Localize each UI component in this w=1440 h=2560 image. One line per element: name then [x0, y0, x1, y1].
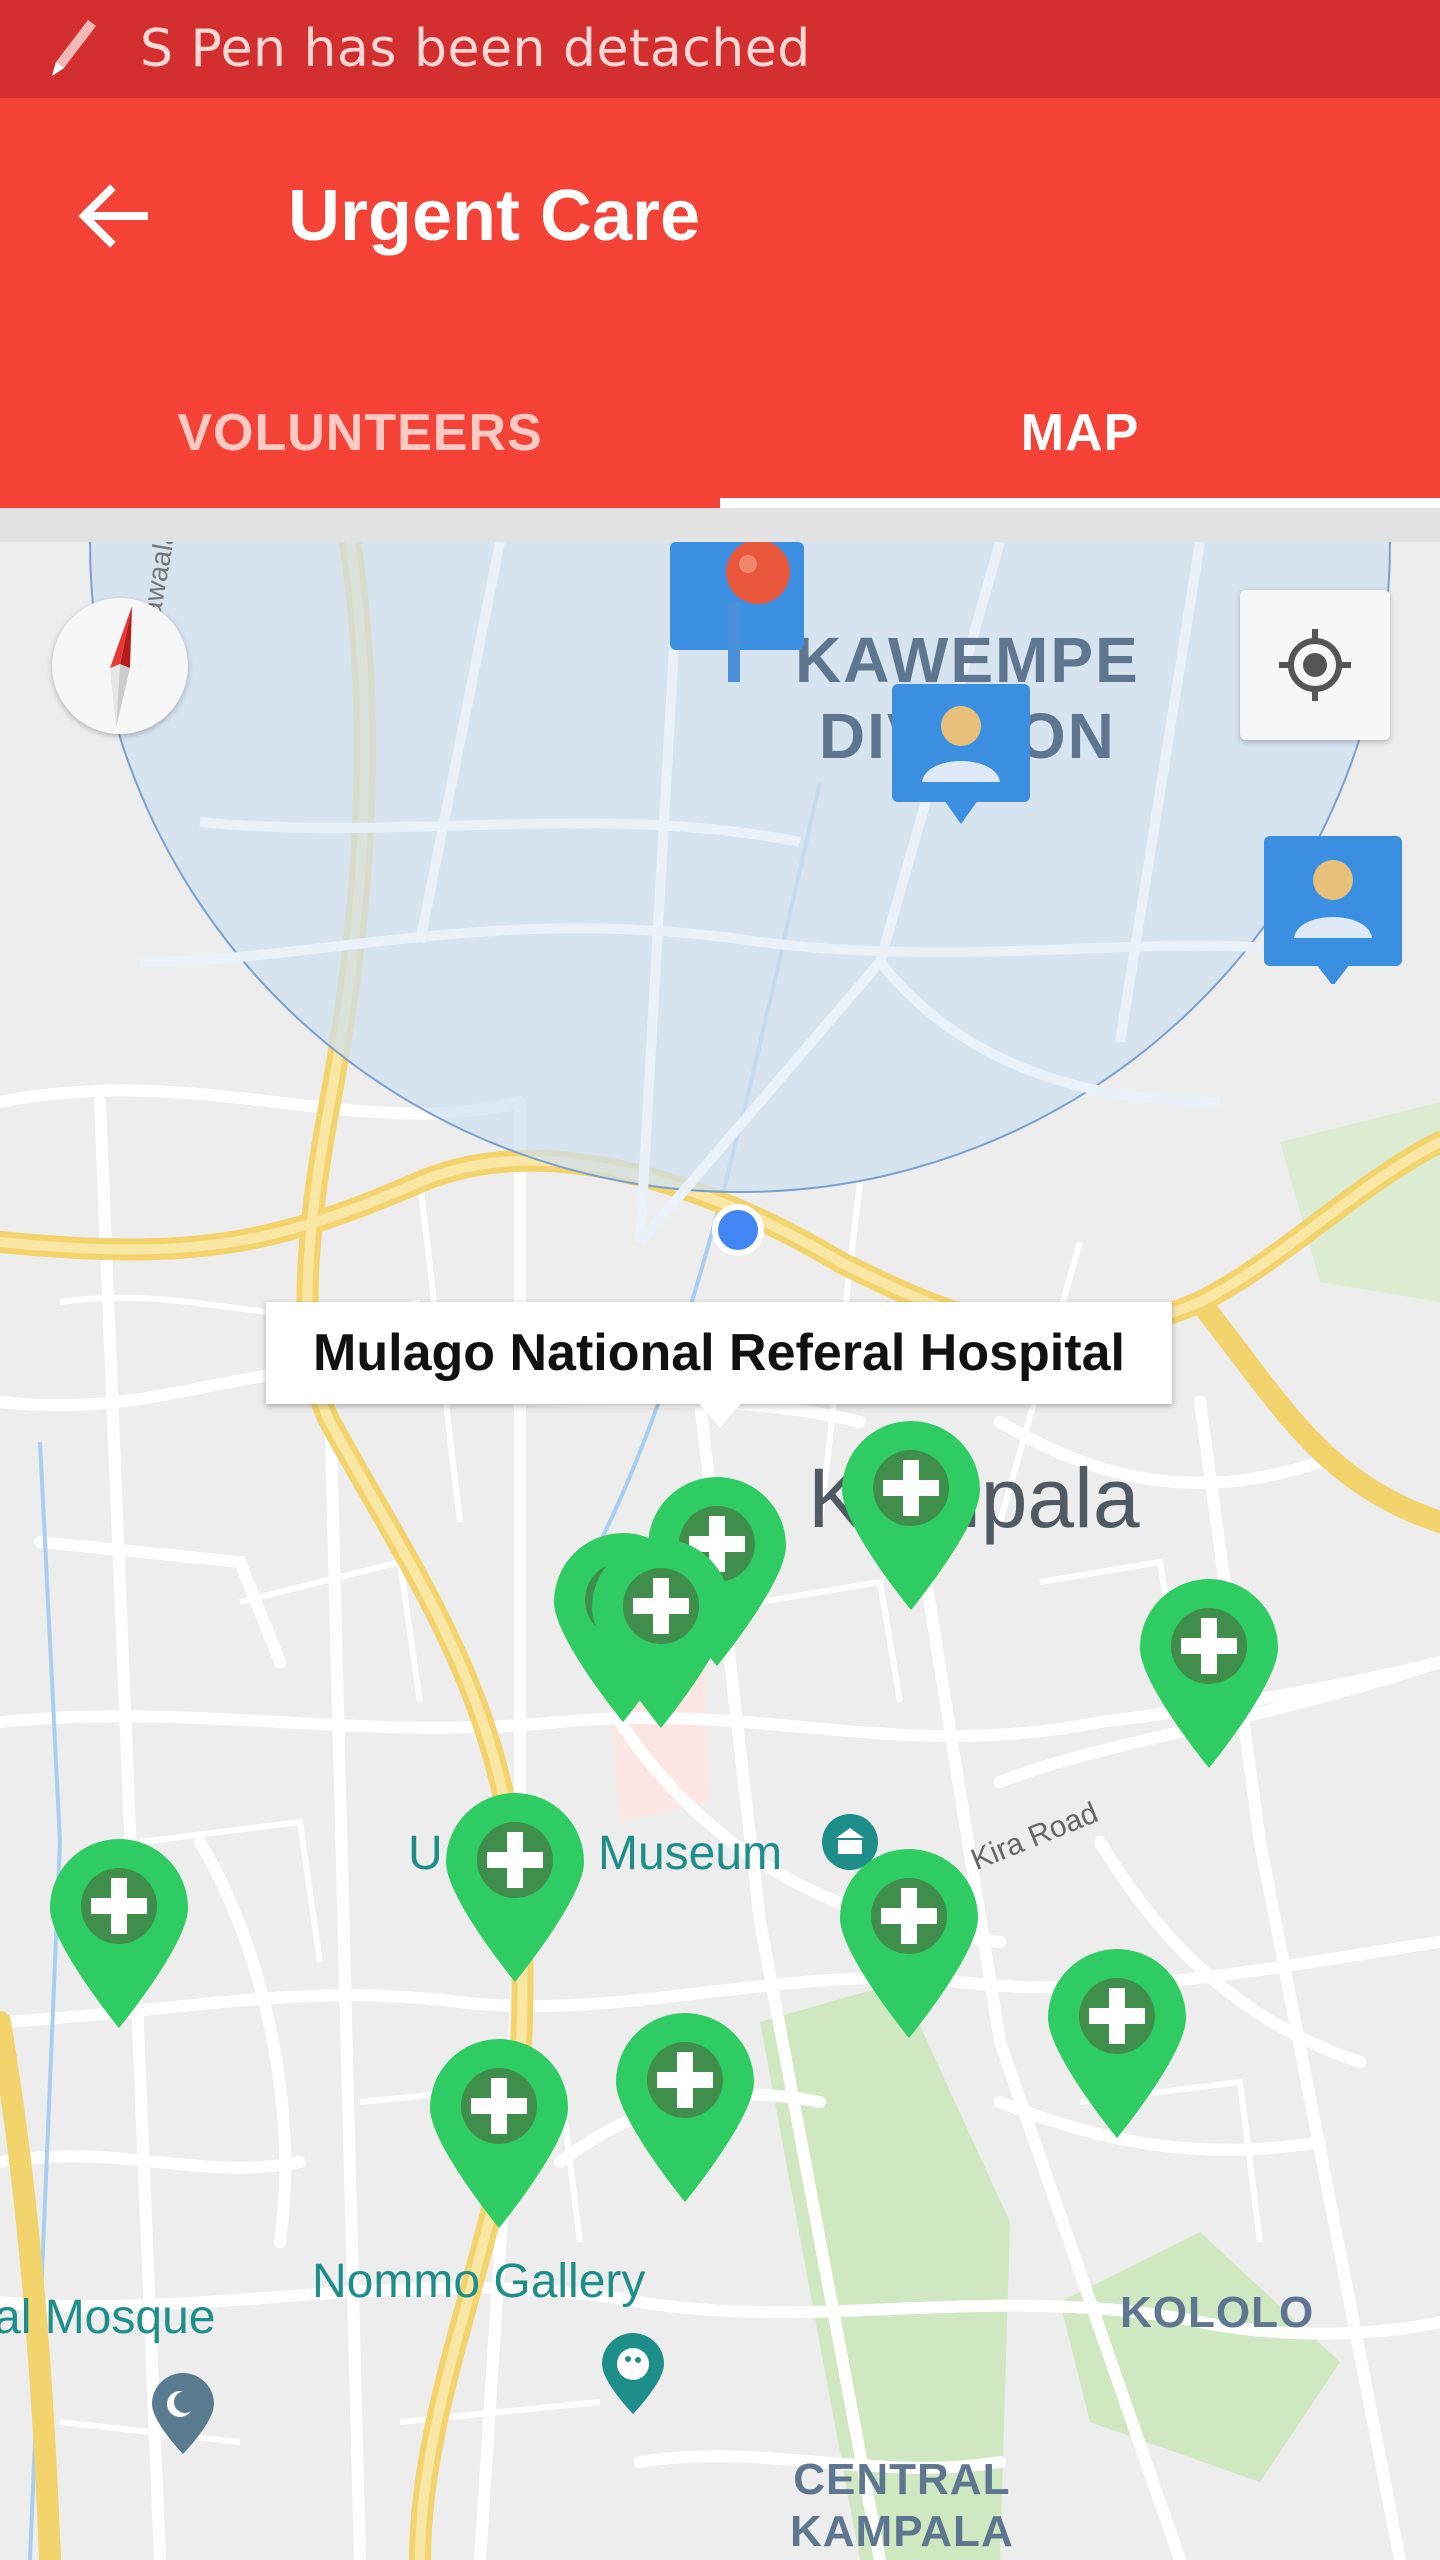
poi-label-mosque: al Mosque: [0, 2291, 216, 2344]
hospital-marker[interactable]: [1134, 1572, 1284, 1772]
compass-button[interactable]: [52, 598, 188, 734]
volunteer-marker[interactable]: [1262, 834, 1404, 984]
hospital-marker[interactable]: [836, 1414, 986, 1614]
person-icon: [941, 706, 981, 746]
gallery-icon[interactable]: [600, 2332, 666, 2416]
info-window-tail: [698, 1402, 742, 1428]
area-label-central-kampala: CENTRAL KAMPALA: [790, 2455, 1014, 2556]
my-location-button[interactable]: [1240, 590, 1390, 740]
current-location-dot: [712, 1204, 764, 1256]
hospital-marker[interactable]: [424, 2032, 574, 2232]
app-bar: Urgent Care VOLUNTEERS MAP: [0, 98, 1440, 508]
pen-icon: [52, 20, 96, 76]
tab-map[interactable]: MAP: [720, 358, 1440, 508]
poi-label-nommo-gallery: Nommo Gallery: [312, 2255, 646, 2308]
notification-text: S Pen has been detached: [140, 19, 811, 79]
compass-icon: [110, 606, 132, 728]
person-icon: [1313, 860, 1353, 900]
hospital-marker[interactable]: [44, 1832, 194, 2032]
marker-info-window[interactable]: Mulago National Referal Hospital: [266, 1302, 1172, 1404]
map-view[interactable]: Kawaala Rd KAWEMPE DIVISION Kampala U Mu…: [0, 542, 1440, 2560]
my-location-icon: [1279, 629, 1351, 701]
hospital-marker[interactable]: [440, 1786, 590, 1986]
divider: [0, 508, 1440, 542]
poi-label-museum: Museum: [598, 1827, 783, 1880]
area-label-kololo: KOLOLO: [1120, 2288, 1315, 2337]
mosque-icon[interactable]: [150, 2372, 216, 2456]
tab-volunteers[interactable]: VOLUNTEERS: [0, 358, 720, 508]
page-title: Urgent Care: [288, 176, 701, 256]
hospital-marker[interactable]: [610, 2006, 760, 2206]
hospital-marker[interactable]: [586, 1532, 736, 1732]
arrow-back-icon[interactable]: [60, 164, 164, 268]
volunteer-marker[interactable]: [890, 682, 1032, 832]
hospital-marker[interactable]: [1042, 1942, 1192, 2142]
hospital-marker[interactable]: [834, 1842, 984, 2042]
tab-indicator: [720, 498, 1440, 508]
poi-label-prefix: U: [408, 1827, 443, 1880]
notification-bar: S Pen has been detached: [0, 0, 1440, 98]
selected-location-pin[interactable]: [668, 542, 808, 732]
